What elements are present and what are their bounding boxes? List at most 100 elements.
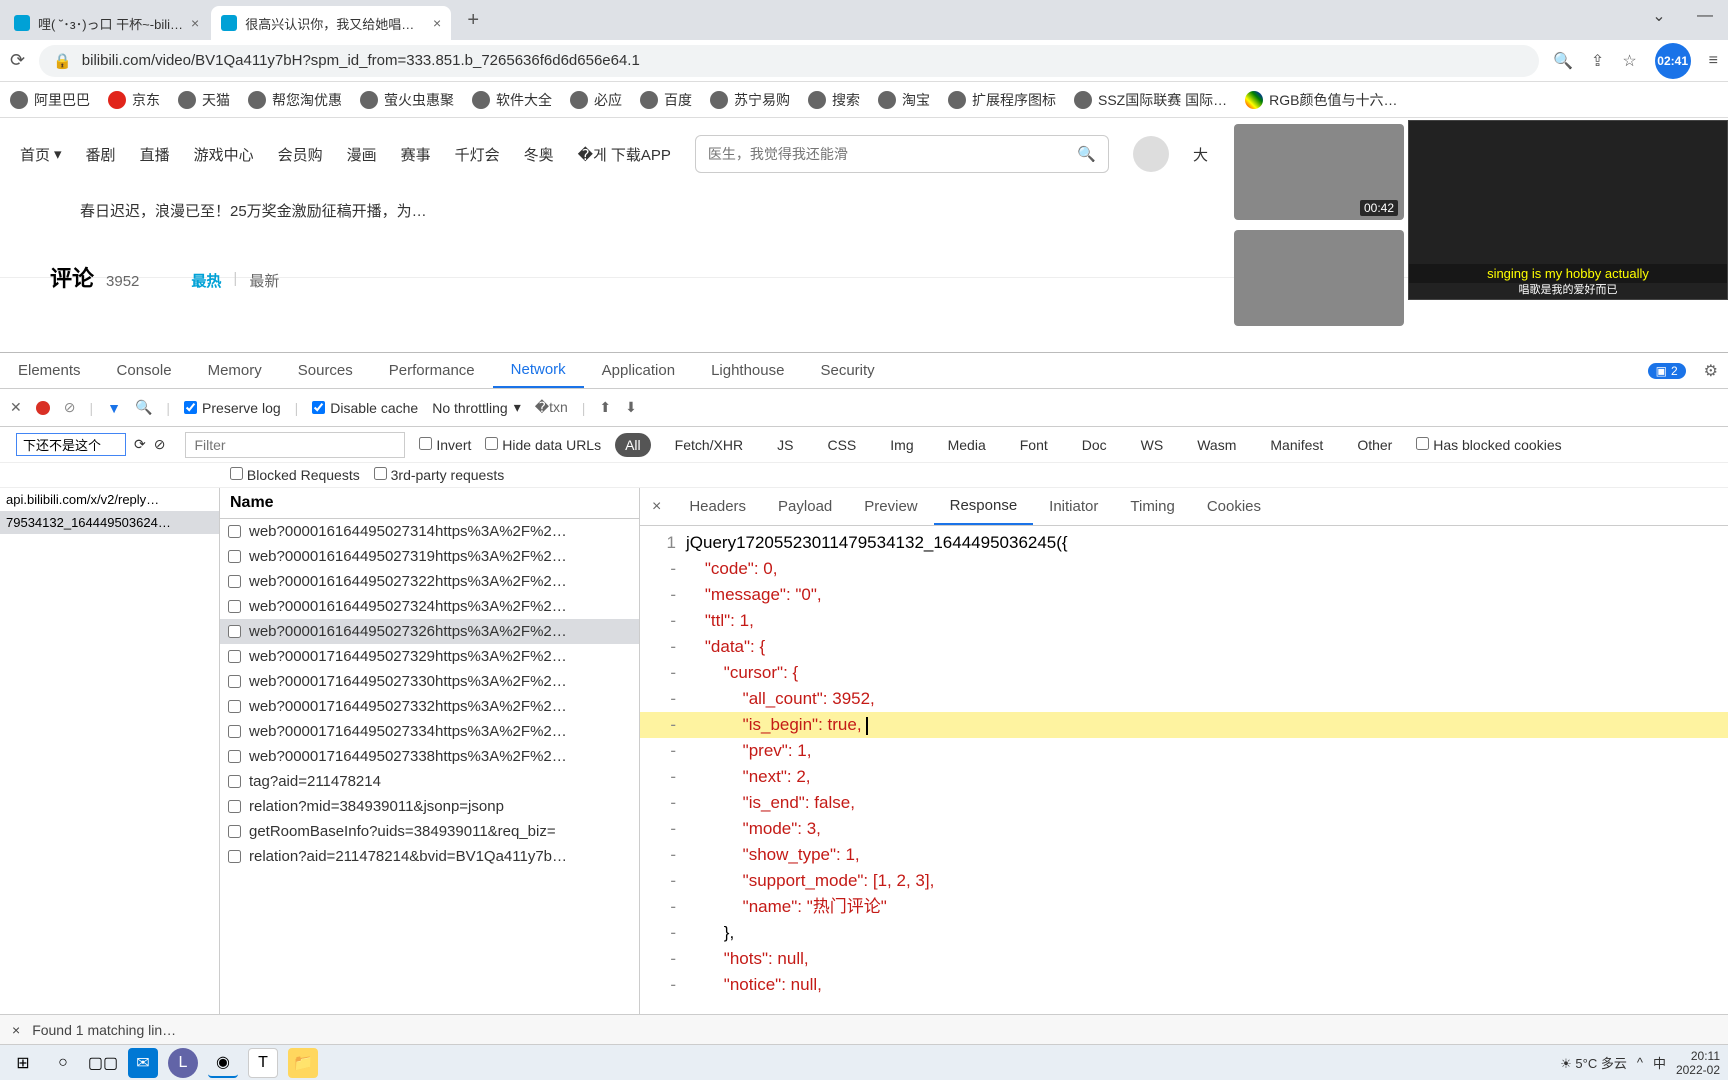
- preserve-log-checkbox[interactable]: Preserve log: [184, 400, 281, 416]
- task-view-button[interactable]: ▢▢: [88, 1048, 118, 1078]
- request-row[interactable]: web?000017164495027332https%3A%2F%2…: [220, 694, 639, 719]
- chevron-down-icon[interactable]: ⌄: [1636, 0, 1682, 32]
- search-icon[interactable]: 🔍: [1077, 145, 1096, 163]
- search-result-item[interactable]: api.bilibili.com/x/v2/reply…: [0, 488, 219, 511]
- blocked-requests-checkbox[interactable]: Blocked Requests: [230, 467, 360, 483]
- share-icon[interactable]: ⇪: [1591, 51, 1604, 71]
- hide-data-urls-checkbox[interactable]: Hide data URLs: [485, 437, 601, 453]
- request-row[interactable]: web?000017164495027329https%3A%2F%2…: [220, 644, 639, 669]
- search-input[interactable]: [708, 146, 1077, 162]
- picture-in-picture[interactable]: singing is my hobby actually 唱歌是我的爱好而已: [1408, 120, 1728, 300]
- type-fetch[interactable]: Fetch/XHR: [665, 433, 753, 457]
- throttling-select[interactable]: No throttling ▾: [432, 399, 521, 416]
- nav-item[interactable]: 漫画: [347, 144, 377, 165]
- omnibox[interactable]: 🔒 bilibili.com/video/BV1Qa411y7bH?spm_id…: [39, 45, 1539, 77]
- nav-home[interactable]: 首页 ▾: [20, 144, 62, 165]
- bookmark-item[interactable]: 百度: [640, 90, 692, 110]
- tab-lighthouse[interactable]: Lighthouse: [693, 353, 802, 388]
- tab-elements[interactable]: Elements: [0, 353, 99, 388]
- wifi-icon[interactable]: �txn: [535, 399, 568, 416]
- type-js[interactable]: JS: [767, 433, 803, 457]
- nav-item[interactable]: 千灯会: [455, 144, 500, 165]
- request-row[interactable]: web?000017164495027334https%3A%2F%2…: [220, 719, 639, 744]
- bookmark-item[interactable]: 搜索: [808, 90, 860, 110]
- close-icon[interactable]: ×: [12, 1022, 20, 1038]
- request-row[interactable]: web?000016164495027322https%3A%2F%2…: [220, 569, 639, 594]
- blocked-cookies-checkbox[interactable]: Has blocked cookies: [1416, 437, 1561, 453]
- bookmark-item[interactable]: 苏宁易购: [710, 90, 790, 110]
- nav-download[interactable]: �게 下载APP: [578, 144, 671, 165]
- system-tray[interactable]: ☀ 5°C 多云 ^ 中 20:11 2022-02: [1560, 1049, 1720, 1077]
- bookmark-item[interactable]: RGB颜色值与十六…: [1245, 90, 1397, 110]
- type-wasm[interactable]: Wasm: [1187, 433, 1246, 457]
- close-drawer-icon[interactable]: ✕: [10, 399, 22, 416]
- explorer-icon[interactable]: 📁: [288, 1048, 318, 1078]
- type-all[interactable]: All: [615, 433, 651, 457]
- tab-application[interactable]: Application: [584, 353, 693, 388]
- detail-tab-timing[interactable]: Timing: [1114, 488, 1190, 525]
- bookmark-item[interactable]: 京东: [108, 90, 160, 110]
- request-row[interactable]: relation?mid=384939011&jsonp=jsonp: [220, 794, 639, 819]
- record-button[interactable]: [36, 401, 50, 415]
- request-row[interactable]: web?000017164495027338https%3A%2F%2…: [220, 744, 639, 769]
- name-header[interactable]: Name: [220, 488, 639, 519]
- third-party-checkbox[interactable]: 3rd-party requests: [374, 467, 505, 483]
- request-row[interactable]: web?000016164495027314https%3A%2F%2…: [220, 519, 639, 544]
- request-row[interactable]: web?000017164495027330https%3A%2F%2…: [220, 669, 639, 694]
- weather-widget[interactable]: ☀ 5°C 多云: [1560, 1053, 1627, 1072]
- app-icon[interactable]: T: [248, 1048, 278, 1078]
- detail-tab-payload[interactable]: Payload: [762, 488, 848, 525]
- nav-item[interactable]: 会员购: [278, 144, 323, 165]
- zoom-icon[interactable]: 🔍: [1553, 51, 1573, 71]
- site-search[interactable]: 🔍: [695, 135, 1109, 173]
- disable-cache-checkbox[interactable]: Disable cache: [312, 400, 418, 416]
- reading-list-icon[interactable]: ≡: [1709, 52, 1718, 70]
- bookmark-item[interactable]: SSZ国际联赛 国际…: [1074, 90, 1227, 110]
- nav-item[interactable]: 赛事: [401, 144, 431, 165]
- detail-tab-response[interactable]: Response: [934, 488, 1034, 525]
- type-css[interactable]: CSS: [817, 433, 866, 457]
- bookmark-item[interactable]: 必应: [570, 90, 622, 110]
- type-media[interactable]: Media: [938, 433, 996, 457]
- banner-text[interactable]: 春日迟迟，浪漫已至！25万奖金激励征稿开播，为…: [80, 200, 1208, 221]
- type-doc[interactable]: Doc: [1072, 433, 1117, 457]
- issues-badge[interactable]: ▣ 2: [1648, 363, 1686, 379]
- request-row[interactable]: getRoomBaseInfo?uids=384939011&req_biz=: [220, 819, 639, 844]
- sort-hot[interactable]: 最热: [191, 270, 221, 291]
- request-row[interactable]: web?000016164495027324https%3A%2F%2…: [220, 594, 639, 619]
- search-button[interactable]: ○: [48, 1048, 78, 1078]
- find-input[interactable]: [16, 433, 126, 456]
- close-icon[interactable]: ×: [433, 15, 441, 31]
- search-result-item[interactable]: 79534132_164449503624…: [0, 511, 219, 534]
- clear-icon[interactable]: ⊘: [154, 436, 166, 453]
- tab-security[interactable]: Security: [802, 353, 892, 388]
- nav-item[interactable]: 游戏中心: [194, 144, 254, 165]
- upload-icon[interactable]: ⬆: [599, 399, 611, 416]
- reload-icon[interactable]: ⟳: [10, 50, 25, 71]
- taskbar-clock[interactable]: 20:11 2022-02: [1676, 1049, 1720, 1077]
- request-row[interactable]: web?000016164495027326https%3A%2F%2…: [220, 619, 639, 644]
- extension-badge[interactable]: 02:41: [1655, 43, 1691, 79]
- tab-performance[interactable]: Performance: [371, 353, 493, 388]
- close-icon[interactable]: ×: [191, 15, 199, 31]
- search-icon[interactable]: 🔍: [135, 399, 152, 416]
- request-row[interactable]: relation?aid=211478214&bvid=BV1Qa411y7b…: [220, 844, 639, 869]
- nav-item[interactable]: 冬奥: [524, 144, 554, 165]
- invert-checkbox[interactable]: Invert: [419, 437, 471, 453]
- clear-button[interactable]: ⊘: [64, 399, 76, 416]
- download-icon[interactable]: ⬇: [625, 399, 637, 416]
- type-font[interactable]: Font: [1010, 433, 1058, 457]
- tab-console[interactable]: Console: [99, 353, 190, 388]
- detail-tab-cookies[interactable]: Cookies: [1191, 488, 1277, 525]
- detail-tab-headers[interactable]: Headers: [673, 488, 762, 525]
- nav-item[interactable]: 番剧: [86, 144, 116, 165]
- browser-tab-1[interactable]: 很高兴认识你，我又给她唱了两… ×: [211, 6, 451, 40]
- chevron-up-icon[interactable]: ^: [1637, 1055, 1643, 1070]
- type-manifest[interactable]: Manifest: [1260, 433, 1333, 457]
- type-other[interactable]: Other: [1347, 433, 1402, 457]
- browser-tab-0[interactable]: 哩( ˘･з･)っ口 干杯~-bili… ×: [4, 6, 209, 40]
- bookmark-item[interactable]: 帮您淘优惠: [248, 90, 342, 110]
- request-row[interactable]: tag?aid=211478214: [220, 769, 639, 794]
- chrome-icon[interactable]: ◉: [208, 1048, 238, 1078]
- bookmark-item[interactable]: 萤火虫惠聚: [360, 90, 454, 110]
